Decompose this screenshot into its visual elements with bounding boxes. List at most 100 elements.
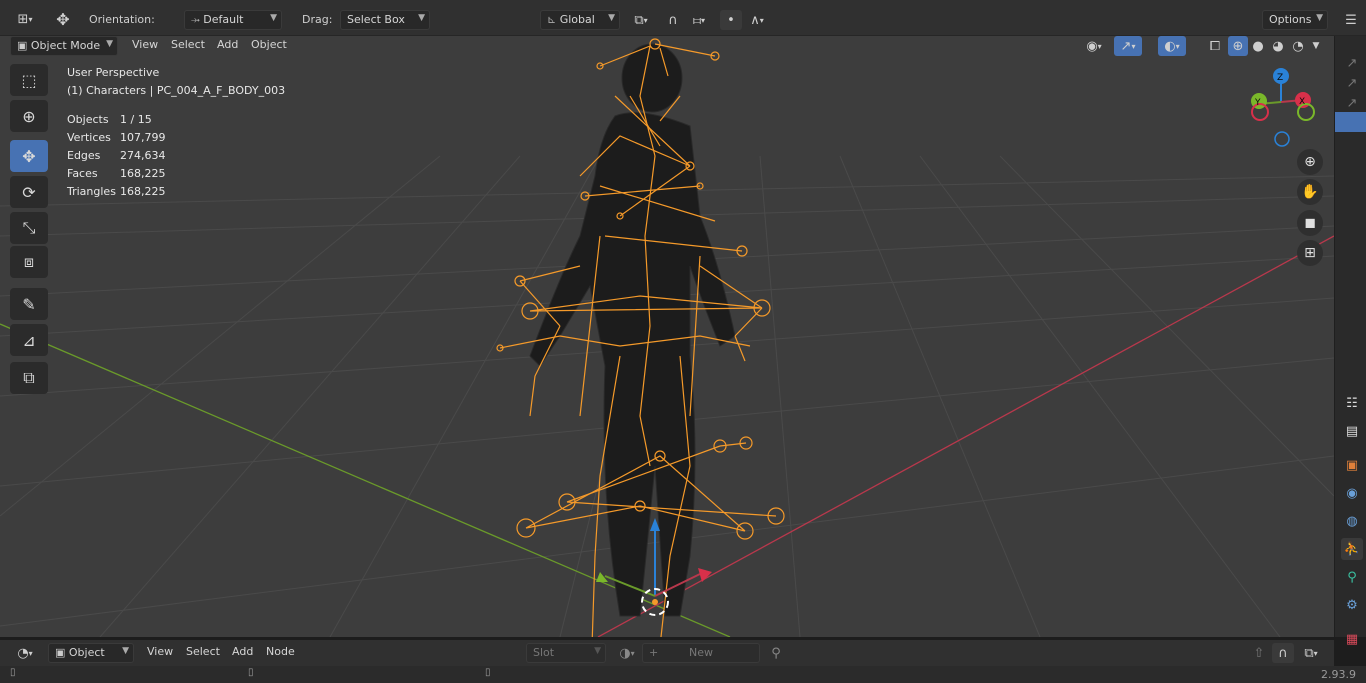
menu-view[interactable]: View [126,36,164,56]
gizmo-x-label: X [1299,97,1305,107]
menu-object[interactable]: Object [245,36,293,56]
editor-type-icon[interactable]: ◔ ▾ [10,643,40,663]
drag-dropdown[interactable]: Select Box ▼ [340,10,430,30]
stat-edges-label: Edges [67,149,101,162]
camera-view-icon[interactable]: ◼ [1297,210,1323,236]
tool-properties-icon[interactable]: ☷ [1341,392,1363,414]
slot-dropdown[interactable]: Slot ▼ [526,643,606,663]
status-bar: ▯ ▯ ▯ 2.93.9 [0,666,1366,683]
snap-magnet-icon[interactable]: ∩ [662,10,684,30]
render-properties-icon[interactable]: ▤ [1341,420,1363,442]
menu-add[interactable]: Add [211,36,244,56]
bone-constraint-icon[interactable]: ⚙ [1341,594,1363,616]
outliner-arrow-icon[interactable]: ↗ [1341,52,1363,74]
snap-magnet-icon[interactable]: ∩ [1272,643,1294,663]
orientation-label: Orientation: [89,13,155,26]
stat-vertices-label: Vertices [67,131,111,144]
node-menu-add[interactable]: Add [226,643,259,663]
chevron-down-icon: ▼ [106,39,113,49]
scale-tool[interactable]: ⤡ [10,212,48,244]
node-menu-node[interactable]: Node [260,643,301,663]
plus-icon: + [649,646,659,659]
3d-viewport[interactable]: Z Y X ▣ Object Mode ▼ View Select Add Ob… [0,36,1334,637]
shading-material-icon[interactable]: ◕ [1268,36,1288,56]
chevron-down-icon: ▼ [270,13,277,23]
chevron-down-icon: ▼ [594,646,601,656]
menu-select[interactable]: Select [165,36,211,56]
zoom-icon[interactable]: ⊕ [1297,149,1323,175]
bone-properties-icon[interactable]: ⚲ [1341,566,1363,588]
proportional-falloff-icon[interactable]: ∧ ▾ [742,10,772,30]
pin-icon[interactable]: ⚲ [765,643,787,663]
node-menu-select[interactable]: Select [180,643,226,663]
gizmo-z-label: Z [1277,73,1283,83]
drag-label: Drag: [302,13,333,26]
cursor-tool[interactable]: ⊕ [10,100,48,132]
material-browse-icon[interactable]: ◑ ▾ [612,643,642,663]
gizmo-toggle-icon[interactable]: ↗ ▾ [1114,36,1142,56]
viewport-scene: Z Y X [0,38,1334,637]
drag-value: Select Box [347,13,405,26]
xray-toggle-icon[interactable]: ⧠ [1204,36,1226,56]
snap-increment-icon[interactable]: ⧦ ▾ [684,10,714,30]
mode-dropdown[interactable]: ▣ Object Mode ▼ [10,36,118,56]
node-menu-view[interactable]: View [141,643,179,663]
mode-value: Object Mode [30,39,101,52]
select-box-tool[interactable]: ⬚ [10,64,48,96]
new-label: New [689,646,713,659]
shading-rendered-icon[interactable]: ◔ [1288,36,1308,56]
overlay-toggle-icon[interactable]: ◐ ▾ [1158,36,1186,56]
measure-tool[interactable]: ⊿ [10,324,48,356]
shader-type-value: Object [68,646,105,659]
annotate-tool[interactable]: ✎ [10,288,48,320]
proportional-edit-icon[interactable]: • [720,10,742,30]
stat-edges-value: 274,634 [120,149,166,162]
transform-tool[interactable]: ⧈ [10,246,48,278]
pivot-point-icon[interactable]: ⧉ ▾ [626,10,656,30]
perspective-toggle-icon[interactable]: ⊞ [1297,240,1323,266]
new-material-button[interactable]: + New [642,643,760,663]
modifier-properties-icon[interactable]: ◉ [1341,482,1363,504]
outliner-selected-row[interactable] [1335,112,1366,132]
orientation-axes-icon: ⊾ [547,13,560,26]
navigation-gizmo[interactable]: Z Y X [1251,68,1315,147]
chevron-down-icon: ▼ [1316,13,1323,23]
snap-element-icon[interactable]: ⧉ ▾ [1296,643,1326,663]
visibility-eye-icon[interactable]: ◉ ▾ [1080,36,1108,56]
stat-objects-value: 1 / 15 [120,113,152,126]
move-tool[interactable]: ✥ [10,140,48,172]
shading-solid-icon[interactable]: ● [1248,36,1268,56]
transform-orientation-value: Global [559,13,595,26]
armature-data-icon[interactable]: ⛹ [1341,538,1363,560]
stat-triangles-label: Triangles [67,185,116,198]
slot-value: Slot [533,646,555,659]
active-collection-label: (1) Characters | PC_004_A_F_BODY_003 [67,84,286,97]
mouse-left-icon: ▯ [10,667,16,678]
shader-editor-header: ◔ ▾ ▣ Object ▼ View Select Add Node Slot … [0,640,1334,666]
material-properties-icon[interactable]: ▦ [1341,628,1363,650]
transform-orientation-dropdown[interactable]: ⊾ Global ▼ [540,10,620,30]
orientation-dropdown[interactable]: ⤞ Default ▼ [184,10,282,30]
character-mesh [529,43,736,617]
outliner-arrow-icon[interactable]: ↗ [1341,92,1363,114]
pan-hand-icon[interactable]: ✋ [1297,179,1323,205]
sidebar-toggle-icon[interactable]: ☰ [1340,10,1362,30]
stat-faces-label: Faces [67,167,98,180]
editor-type-icon[interactable]: ⊞ ▾ [10,9,40,29]
orientation-pivot-icon: ⤞ [191,13,204,26]
parent-node-tree-icon[interactable]: ⇧ [1248,643,1270,663]
outliner-arrow-icon[interactable]: ↗ [1341,72,1363,94]
viewport-header: ▣ Object Mode ▼ View Select Add Object ◉… [0,36,1334,56]
rotate-tool[interactable]: ⟳ [10,176,48,208]
mouse-middle-icon: ▯ [248,667,254,678]
shading-wireframe-icon[interactable]: ⊕ [1228,36,1248,56]
options-dropdown[interactable]: Options ▼ [1262,10,1328,30]
transform-move-icon[interactable]: ✥ [50,9,76,29]
object-properties-icon[interactable]: ▣ [1341,454,1363,476]
physics-properties-icon[interactable]: ◍ [1341,510,1363,532]
shading-options-chevron-icon[interactable]: ▼ [1308,36,1324,56]
add-cube-tool[interactable]: ⧉ [10,362,48,394]
properties-tab-strip: ↗ ↗ ↗ ☷ ▤ ▣ ◉ ◍ ⛹ ⚲ ⚙ ▦ [1334,36,1366,647]
object-mode-icon: ▣ [17,39,31,52]
shader-type-dropdown[interactable]: ▣ Object ▼ [48,643,134,663]
